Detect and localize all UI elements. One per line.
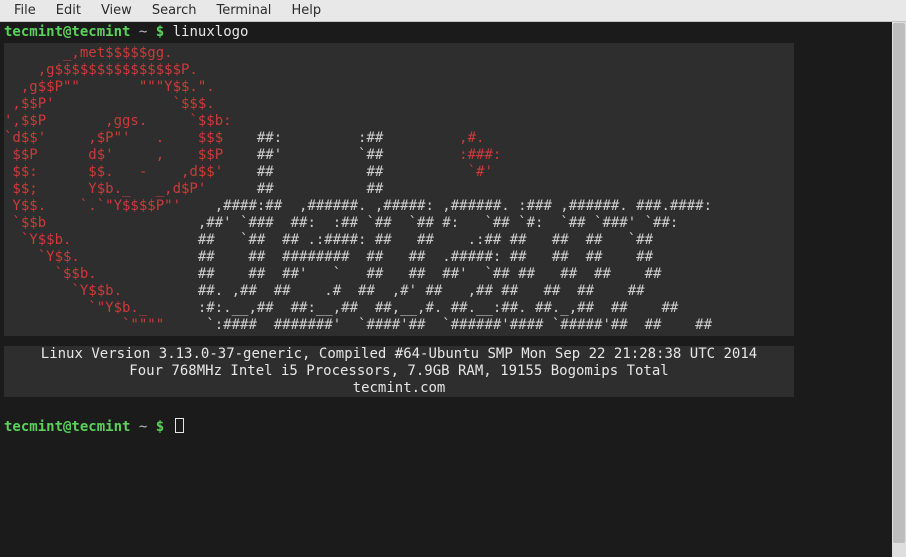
- ascii-row: ,g$$P"" """Y$$.".: [4, 79, 794, 96]
- logo-text-segment: ## `## ## .:####: ## ## .:## ## ## ## `#…: [71, 232, 653, 248]
- scrollbar-thumb[interactable]: [893, 23, 905, 543]
- ascii-row: `Y$$. ## ## ######## ## ## .#####: ## ##…: [4, 249, 794, 266]
- ascii-row: `"""" `:#### #######' `####'## `######'#…: [4, 317, 794, 334]
- terminal-area[interactable]: tecmint@tecmint ~ $ linuxlogo _,met$$$$$…: [0, 22, 906, 557]
- ascii-row: `$$b. ## ## ##' ` ## ## ##' `## ## ## ##…: [4, 266, 794, 283]
- swirl-segment: `$$b: [4, 215, 46, 231]
- prompt-user-host: tecmint@tecmint: [4, 24, 130, 40]
- menubar: File Edit View Search Terminal Help: [0, 0, 906, 22]
- menu-edit[interactable]: Edit: [46, 1, 91, 20]
- prompt-line-2: tecmint@tecmint ~ $: [4, 418, 902, 436]
- ascii-row: $$P d$' , $$P ##' `## :###:: [4, 147, 794, 164]
- prompt-path: ~: [139, 419, 147, 435]
- ascii-row: `$$b ,##' `### ##: :## `## `## #: `## `#…: [4, 215, 794, 232]
- accent-segment: :###:: [459, 147, 501, 163]
- accent-segment: ,#.: [459, 130, 484, 146]
- info-line-hardware: Four 768MHz Intel i5 Processors, 7.9GB R…: [4, 363, 794, 380]
- accent-segment: `#': [468, 164, 493, 180]
- logo-text-segment: ,##' `### ##: :## `## `## #: `## `#: `##…: [46, 215, 678, 231]
- menu-file[interactable]: File: [4, 1, 46, 20]
- swirl-segment: ',$$P ,ggs. `$$b:: [4, 113, 232, 129]
- swirl-segment: `Y$$.: [4, 249, 80, 265]
- prompt-path: ~: [139, 24, 147, 40]
- text-cursor: [175, 418, 184, 433]
- swirl-segment: `d$$' ,$P"' . $$$: [4, 130, 223, 146]
- ascii-row: _,met$$$$$gg.: [4, 45, 794, 62]
- swirl-segment: ,g$$$$$$$$$$$$$$$P.: [4, 62, 198, 78]
- ascii-art-block: _,met$$$$$gg. ,g$$$$$$$$$$$$$$$P. ,g$$P"…: [4, 43, 794, 336]
- system-info-block: Linux Version 3.13.0-37-generic, Compile…: [4, 346, 794, 397]
- blank-line: [4, 401, 902, 418]
- scrollbar-track[interactable]: [892, 22, 906, 557]
- swirl-segment: `Y$$b.: [4, 232, 71, 248]
- prompt-symbol: $: [156, 419, 164, 435]
- swirl-segment: ,g$$P"" """Y$$.".: [4, 79, 215, 95]
- logo-text-segment: ##. ,## ## .# ## ,#' ## ,## ## ## ## ##: [122, 283, 645, 299]
- ascii-row: ,g$$$$$$$$$$$$$$$P.: [4, 62, 794, 79]
- prompt-line-1: tecmint@tecmint ~ $ linuxlogo: [4, 24, 902, 41]
- ascii-row: ,$$P' `$$$.: [4, 96, 794, 113]
- swirl-segment: `Y$$b.: [4, 283, 122, 299]
- menu-view[interactable]: View: [91, 1, 142, 20]
- ascii-row: `d$$' ,$P"' . $$$ ##: :## ,#.: [4, 130, 794, 147]
- logo-text-segment: :#:.__,## ##:__,## ##,__,#. ##.__:##. ##…: [147, 300, 678, 316]
- ascii-row: ',$$P ,ggs. `$$b:: [4, 113, 794, 130]
- entered-command: linuxlogo: [173, 24, 249, 40]
- ascii-row: $$: $$. - ,d$$' ## ## `#': [4, 164, 794, 181]
- swirl-segment: ,$$P' `$$$.: [4, 96, 215, 112]
- swirl-segment: $$P d$' , $$P: [4, 147, 223, 163]
- logo-text-segment: ,####:## ,######. ,#####: ,######. :### …: [181, 198, 712, 214]
- ascii-row: `"Y$b._ :#:.__,## ##:__,## ##,__,#. ##._…: [4, 300, 794, 317]
- logo-text-segment: ##' `##: [223, 147, 459, 163]
- swirl-segment: $$; Y$b._ _,d$P': [4, 181, 206, 197]
- ascii-row: `Y$$b. ## `## ## .:####: ## ## .:## ## #…: [4, 232, 794, 249]
- prompt-user-host: tecmint@tecmint: [4, 419, 130, 435]
- logo-text-segment: ## ## ######## ## ## .#####: ## ## ## ##: [80, 249, 653, 265]
- ascii-row: Y$$. `.`"Y$$$$P"' ,####:## ,######. ,###…: [4, 198, 794, 215]
- logo-text-segment: ##: :##: [223, 130, 459, 146]
- info-line-kernel: Linux Version 3.13.0-37-generic, Compile…: [4, 346, 794, 363]
- prompt-symbol: $: [156, 24, 164, 40]
- logo-text-segment: ## ## ##' ` ## ## ##' `## ## ## ## ##: [97, 266, 662, 282]
- ascii-row: $$; Y$b._ _,d$P' ## ##: [4, 181, 794, 198]
- swirl-segment: $$: $$. - ,d$$': [4, 164, 223, 180]
- menu-terminal[interactable]: Terminal: [206, 1, 281, 20]
- swirl-segment: Y$$. `.`"Y$$$$P"': [4, 198, 181, 214]
- swirl-segment: `"Y$b._: [4, 300, 147, 316]
- logo-text-segment: ## ##: [206, 181, 383, 197]
- ascii-row: `Y$$b. ##. ,## ## .# ## ,#' ## ,## ## ##…: [4, 283, 794, 300]
- logo-text-segment: `:#### #######' `####'## `######'#### `#…: [164, 317, 712, 333]
- menu-help[interactable]: Help: [281, 1, 331, 20]
- swirl-segment: `$$b.: [4, 266, 97, 282]
- info-line-hostname: tecmint.com: [4, 380, 794, 397]
- swirl-segment: _,met$$$$$gg.: [4, 45, 173, 61]
- swirl-segment: `"""": [4, 317, 164, 333]
- logo-text-segment: ## ##: [223, 164, 467, 180]
- menu-search[interactable]: Search: [142, 1, 207, 20]
